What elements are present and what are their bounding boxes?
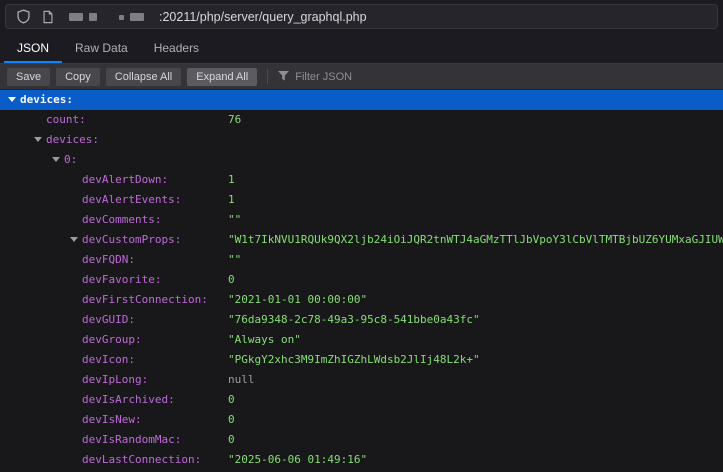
json-key: devAlertEvents: (82, 193, 181, 206)
json-value: 0 (228, 410, 235, 430)
json-key: devGroup: (82, 333, 142, 346)
expand-all-button[interactable]: Expand All (187, 68, 257, 86)
json-row[interactable]: 0: (0, 150, 723, 170)
page-icon[interactable] (40, 9, 56, 25)
redacted-block (130, 13, 144, 21)
json-key: devFQDN: (82, 253, 135, 266)
json-row[interactable]: count: 76 (0, 110, 723, 130)
url-bar[interactable]: :20211/php/server/query_graphql.php (5, 4, 718, 29)
json-row[interactable]: devGUID: "76da9348-2c78-49a3-95c8-541bbe… (0, 310, 723, 330)
json-key: devComments: (82, 213, 161, 226)
tab-raw-data[interactable]: Raw Data (62, 33, 141, 63)
redacted-block (119, 15, 124, 20)
json-value: "PGkgY2xhc3M9ImZhIGZhLWdsb2JlIj48L2k+" (228, 350, 480, 370)
json-key: devices: (46, 133, 99, 146)
json-key: 0: (64, 153, 77, 166)
json-root-row[interactable]: devices: (0, 90, 723, 110)
json-root-key: devices: (20, 93, 73, 106)
json-value: null (228, 370, 255, 390)
json-viewer-toolbar: Save Copy Collapse All Expand All (0, 64, 723, 90)
json-row[interactable]: devIsNew: 0 (0, 410, 723, 430)
json-key: devIsNew: (82, 413, 142, 426)
copy-button[interactable]: Copy (56, 68, 100, 86)
shield-icon[interactable] (15, 9, 31, 25)
json-row[interactable]: devFQDN: "" (0, 250, 723, 270)
json-value: 76 (228, 110, 241, 130)
json-row[interactable]: devFirstConnection: "2021-01-01 00:00:00… (0, 290, 723, 310)
redacted-gap (103, 13, 113, 21)
json-key: devIpLong: (82, 373, 148, 386)
json-row[interactable]: devices: (0, 130, 723, 150)
json-value: 0 (228, 390, 235, 410)
json-value: "Always on" (228, 330, 301, 350)
chevron-down-icon[interactable] (70, 237, 78, 242)
json-row[interactable]: devIsRandomMac: 0 (0, 430, 723, 450)
json-row[interactable]: devGroup: "Always on" (0, 330, 723, 350)
json-key: devCustomProps: (82, 233, 181, 246)
filter-json-box[interactable] (278, 68, 425, 86)
json-key: devGUID: (82, 313, 135, 326)
json-value: 1 (228, 190, 235, 210)
redacted-host-text (69, 13, 150, 21)
json-row[interactable]: devAlertEvents: 1 (0, 190, 723, 210)
json-row[interactable]: devIcon: "PGkgY2xhc3M9ImZhIGZhLWdsb2JlIj… (0, 350, 723, 370)
filter-json-input[interactable] (295, 71, 425, 83)
chevron-down-icon[interactable] (34, 137, 42, 142)
json-tree: devices: count: 76 devices: 0: devAlertD… (0, 90, 723, 470)
json-value: "76da9348-2c78-49a3-95c8-541bbe0a43fc" (228, 310, 480, 330)
toolbar-divider (267, 69, 268, 84)
json-value: "W1t7IkNVU1RQUk9QX2ljb24iOiJQR2tnWTJ4aGM… (228, 230, 723, 250)
json-row[interactable]: devCustomProps: "W1t7IkNVU1RQUk9QX2ljb24… (0, 230, 723, 250)
redacted-block (89, 13, 97, 21)
tab-headers[interactable]: Headers (141, 33, 212, 63)
json-key: devLastConnection: (82, 453, 201, 466)
json-key: devIsArchived: (82, 393, 175, 406)
json-row[interactable]: devComments: "" (0, 210, 723, 230)
chevron-down-icon[interactable] (8, 97, 16, 102)
json-key: devIsRandomMac: (82, 433, 181, 446)
collapse-all-button[interactable]: Collapse All (106, 68, 181, 86)
tab-raw-data-label: Raw Data (75, 41, 128, 55)
browser-topbar: :20211/php/server/query_graphql.php (0, 0, 723, 33)
json-key: devAlertDown: (82, 173, 168, 186)
json-row[interactable]: devFavorite: 0 (0, 270, 723, 290)
json-value: "" (228, 210, 241, 230)
chevron-down-icon[interactable] (52, 157, 60, 162)
json-key: devFavorite: (82, 273, 161, 286)
json-value: "2021-01-01 00:00:00" (228, 290, 367, 310)
save-button[interactable]: Save (7, 68, 50, 86)
json-key: devFirstConnection: (82, 293, 208, 306)
tab-json-label: JSON (17, 41, 49, 55)
json-key: devIcon: (82, 353, 135, 366)
json-row[interactable]: devAlertDown: 1 (0, 170, 723, 190)
json-value: 0 (228, 430, 235, 450)
tab-headers-label: Headers (154, 41, 199, 55)
filter-funnel-icon (278, 68, 289, 86)
redacted-block (69, 13, 83, 21)
json-row[interactable]: devLastConnection: "2025-06-06 01:49:16" (0, 450, 723, 470)
json-key: count: (46, 113, 86, 126)
json-value: 0 (228, 270, 235, 290)
json-value: 1 (228, 170, 235, 190)
tab-json[interactable]: JSON (4, 33, 62, 63)
url-text[interactable]: :20211/php/server/query_graphql.php (159, 10, 367, 24)
json-value: "" (228, 250, 241, 270)
json-rows: count: 76 devices: 0: devAlertDown: 1 de… (0, 110, 723, 470)
json-viewer-tabbar: JSON Raw Data Headers (0, 33, 723, 64)
json-row[interactable]: devIsArchived: 0 (0, 390, 723, 410)
json-row[interactable]: devIpLong: null (0, 370, 723, 390)
json-value: "2025-06-06 01:49:16" (228, 450, 367, 470)
